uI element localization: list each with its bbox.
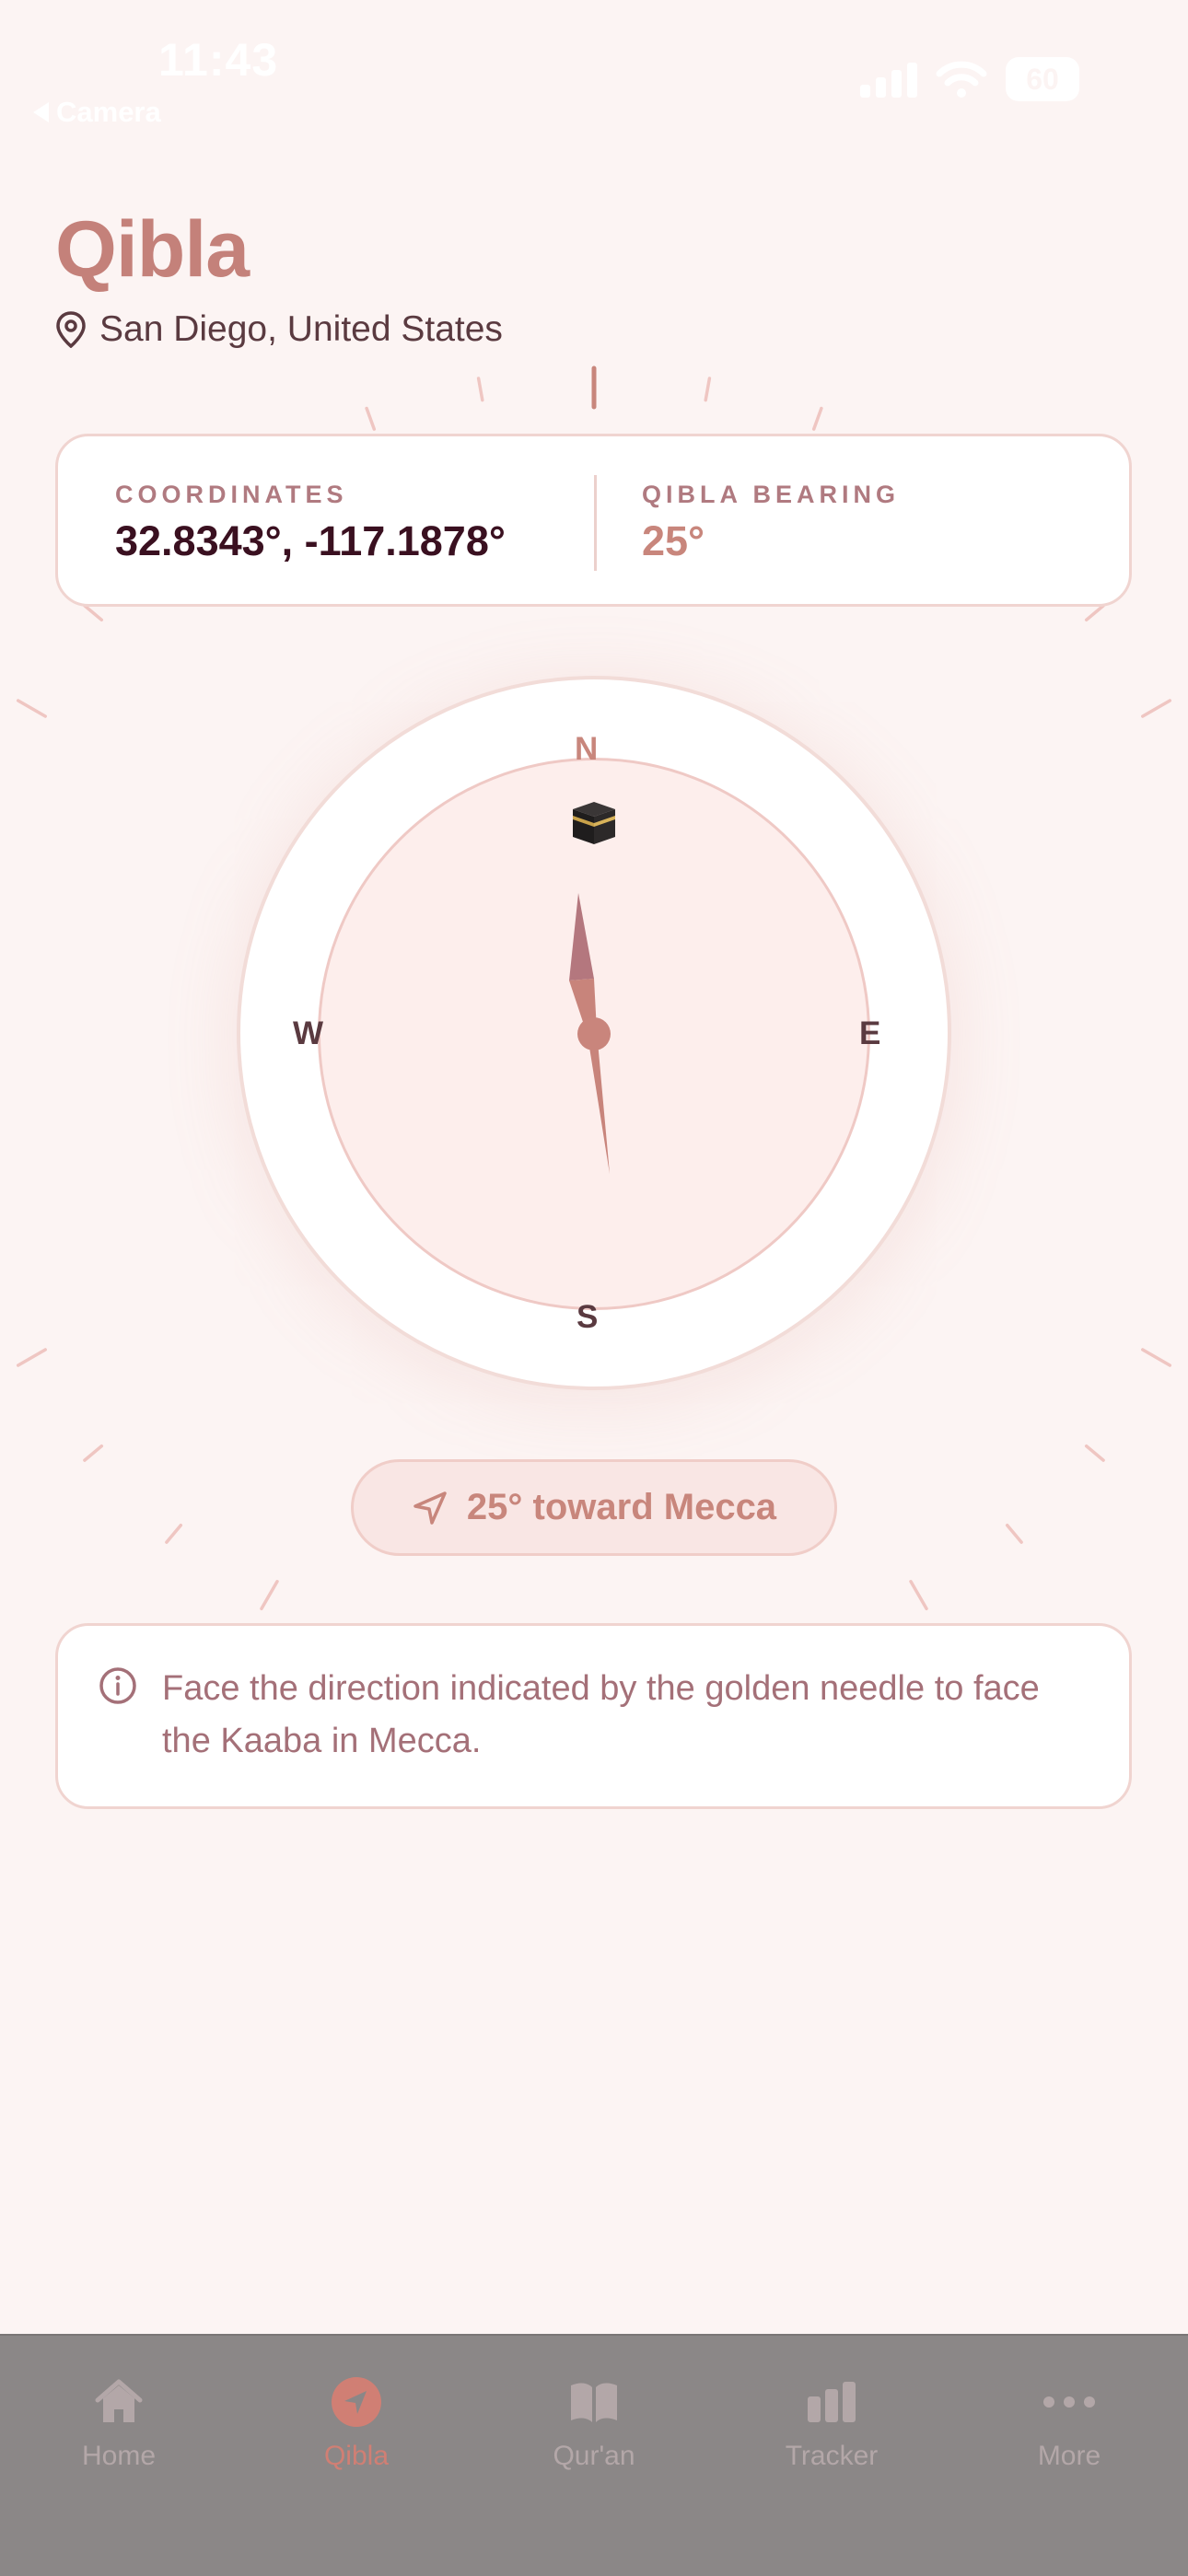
compass-tick <box>1084 604 1105 622</box>
qibla-direction-text: 25° toward Mecca <box>466 1487 777 1527</box>
tab-bar: Home Qibla Qur'an Tracker More <box>0 2334 1188 2576</box>
compass-west-label: W <box>293 1015 324 1051</box>
tab-label: Qur'an <box>553 2441 635 2471</box>
tab-label: Tracker <box>785 2441 879 2471</box>
qibla-direction-pill: 25° toward Mecca <box>351 1459 837 1556</box>
compass-tick <box>165 1523 183 1544</box>
compass-navigation-icon <box>329 2374 384 2430</box>
compass-tick <box>476 377 484 402</box>
tab-label: Qibla <box>323 2441 390 2471</box>
compass-tick <box>365 406 377 431</box>
compass-tick <box>909 1580 928 1611</box>
compass-tick <box>1084 1444 1105 1462</box>
tab-home[interactable]: Home <box>0 2336 238 2511</box>
card-divider <box>594 475 597 571</box>
compass-tick <box>83 604 104 622</box>
tab-label: More <box>1037 2441 1101 2471</box>
compass-tick <box>704 377 712 402</box>
info-card: COORDINATES 32.8343°, -117.1878° QIBLA B… <box>55 434 1132 607</box>
coordinates-value: 32.8343°, -117.1878° <box>115 517 506 564</box>
bar-chart-icon <box>804 2374 859 2430</box>
tab-qibla[interactable]: Qibla <box>238 2336 475 2511</box>
tab-quran[interactable]: Qur'an <box>475 2336 713 2511</box>
compass-north-label: N <box>575 731 599 767</box>
compass-tick <box>1005 1523 1023 1544</box>
kaaba-icon <box>573 802 615 844</box>
tab-label: Home <box>81 2441 157 2471</box>
compass-tick <box>260 1580 279 1611</box>
compass-south-label: S <box>577 1299 599 1335</box>
tab-tracker[interactable]: Tracker <box>713 2336 950 2511</box>
navigation-arrow-icon <box>413 1491 447 1525</box>
tip-text: Face the direction indicated by the gold… <box>162 1669 1040 1760</box>
tab-more[interactable]: More <box>950 2336 1188 2511</box>
tip-card: Face the direction indicated by the gold… <box>55 1623 1132 1809</box>
more-dots-icon <box>1042 2374 1097 2430</box>
qibla-needle <box>569 893 611 1174</box>
qibla-bearing-value: 25° <box>642 517 705 564</box>
compass-tick <box>811 406 823 431</box>
info-icon <box>99 1667 136 1704</box>
compass-tick <box>16 1348 47 1367</box>
compass-tick <box>1141 699 1172 718</box>
compass-tick <box>83 1444 104 1462</box>
coordinates-label: COORDINATES <box>115 481 348 508</box>
compass-tick <box>16 699 47 718</box>
book-open-icon <box>566 2374 622 2430</box>
compass-east-label: E <box>859 1015 881 1051</box>
home-icon <box>91 2374 146 2430</box>
qibla-bearing-label: QIBLA BEARING <box>642 481 900 508</box>
compass-tick <box>1141 1348 1172 1367</box>
